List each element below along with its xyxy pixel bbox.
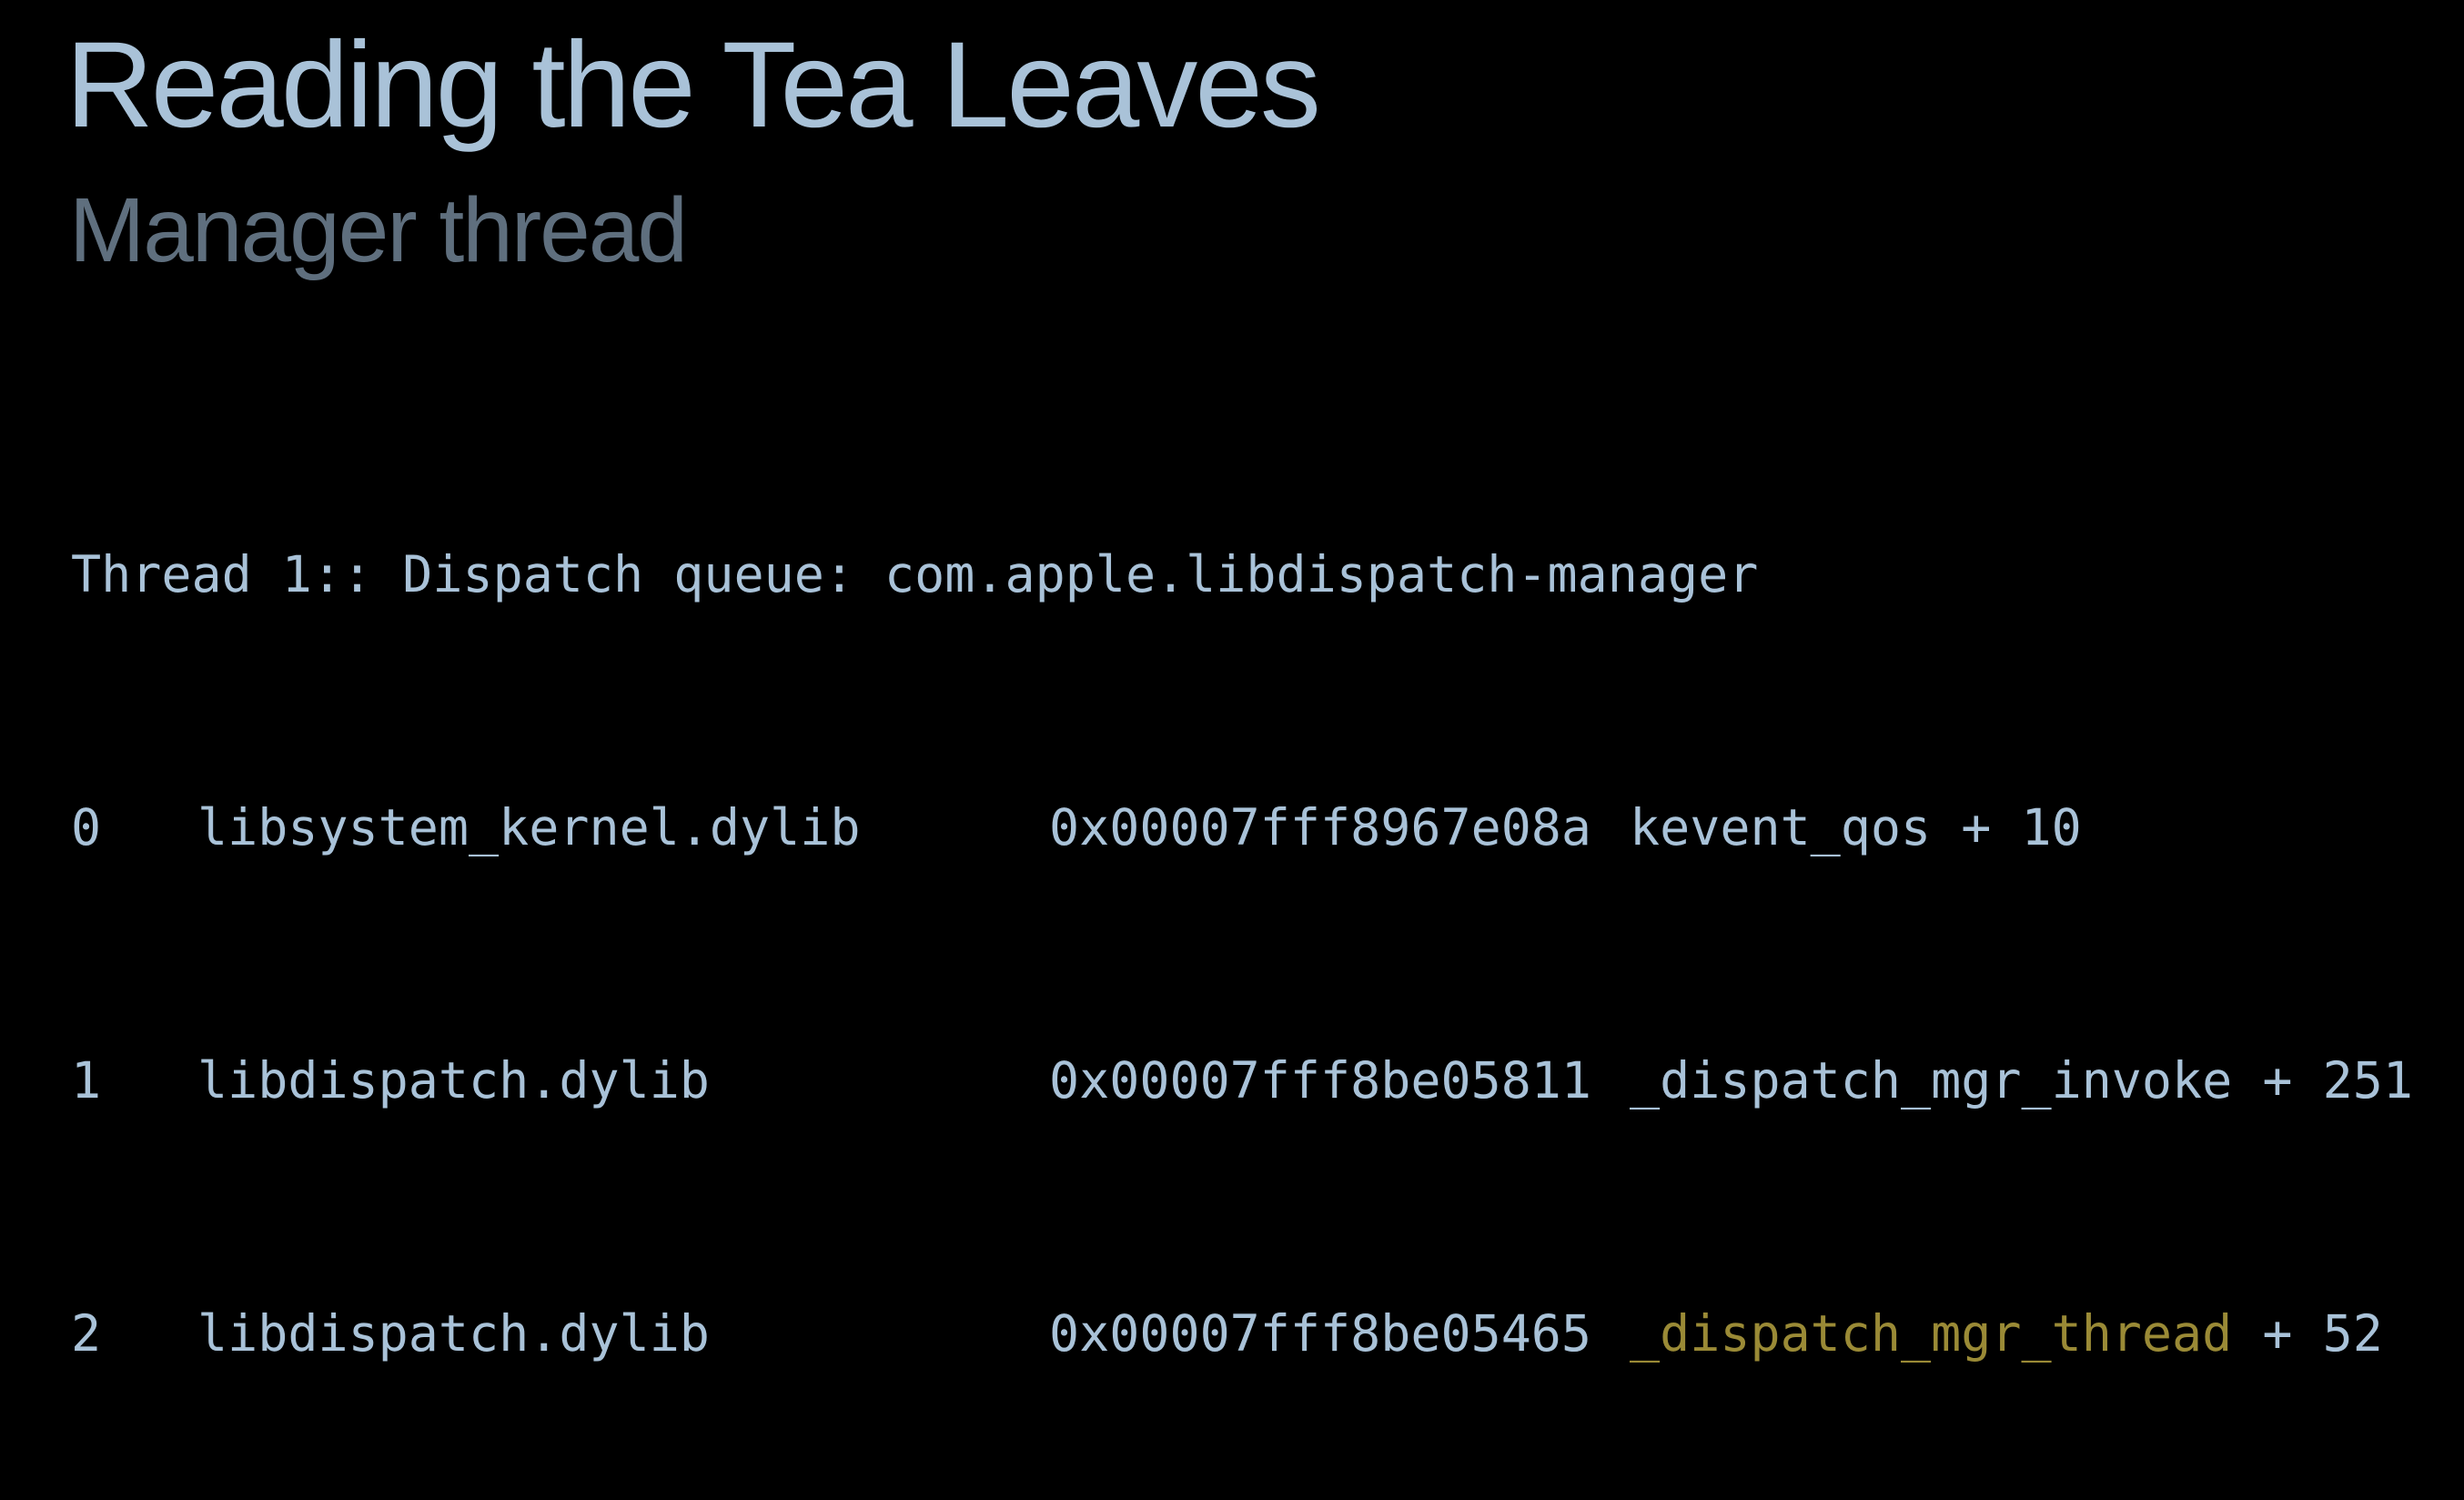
frame-index: 2 [71,1304,102,1363]
frame-address: 0x00007fff8967e08a [1049,798,1592,856]
stack-frame: 1 libdispatch.dylib 0x00007fff8be05811 _… [71,1041,2413,1120]
frame-index: 1 [71,1051,102,1110]
frame-offset: + 52 [2232,1304,2383,1363]
frame-offset: + 251 [2232,1051,2413,1110]
frame-library: libdispatch.dylib [197,1304,710,1363]
frame-library: libdispatch.dylib [197,1051,710,1110]
frame-offset: + 10 [1931,798,2082,856]
frame-address: 0x00007fff8be05465 [1049,1304,1592,1363]
frame-address: 0x00007fff8be05811 [1049,1051,1592,1110]
frame-symbol: kevent_qos [1630,798,1932,856]
slide-subtitle: Manager thread [69,179,688,281]
frame-library: libsystem_kernel.dylib [197,798,861,856]
slide-title: Reading the Tea Leaves [66,17,1321,153]
stack-frame: 2 libdispatch.dylib 0x00007fff8be05465 _… [71,1294,2383,1373]
frame-symbol-group: _dispatch_mgr_invoke + 251 [1630,1041,2413,1120]
stack-frame: 0 libsystem_kernel.dylib 0x00007fff8967e… [71,788,2082,867]
frame-symbol-highlighted: _dispatch_mgr_thread [1630,1304,2233,1363]
thread-header: Thread 1:: Dispatch queue: com.apple.lib… [71,545,1759,603]
frame-symbol: _dispatch_mgr_invoke [1630,1051,2233,1110]
frame-index: 0 [71,798,102,856]
frame-symbol-group: kevent_qos + 10 [1630,788,2082,867]
stack-trace: Thread 1:: Dispatch queue: com.apple.lib… [71,419,2413,1489]
frame-symbol-group: _dispatch_mgr_thread + 52 [1630,1294,2383,1373]
slide: Reading the Tea Leaves Manager thread Th… [0,0,2464,1363]
